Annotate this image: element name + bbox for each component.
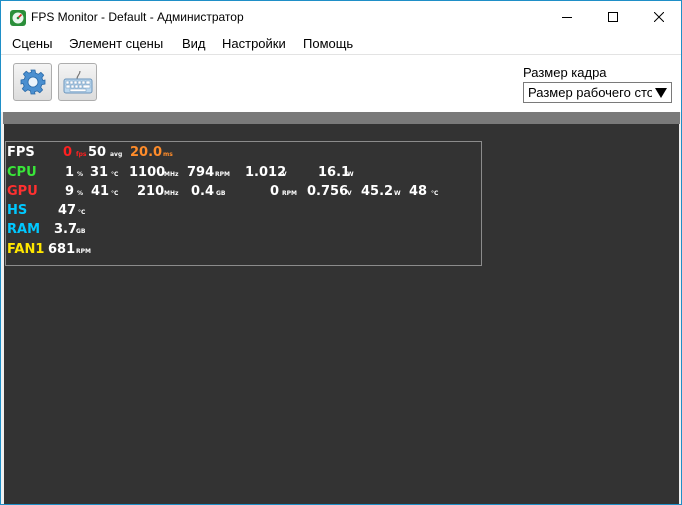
cpu-power-value: 16.1 — [318, 165, 351, 180]
menu-scene-element[interactable]: Элемент сцены — [69, 36, 163, 51]
gpu-voltage-unit: V — [347, 190, 352, 197]
minimize-icon — [562, 17, 572, 18]
menu-scenes[interactable]: Сцены — [12, 36, 52, 51]
settings-button[interactable] — [13, 63, 52, 101]
frametime-unit: ms — [163, 151, 173, 158]
gpu-label: GPU — [7, 184, 38, 199]
fps-label: FPS — [7, 145, 35, 160]
keyboard-icon — [63, 70, 92, 94]
fan1-speed-value: 681 — [48, 242, 76, 257]
cpu-load-unit: % — [77, 171, 84, 178]
close-icon — [654, 12, 664, 22]
fps-avg-unit: avg — [110, 151, 123, 158]
gpu-temp-value: 41 — [91, 184, 110, 199]
menu-bar: Сцены Элемент сцены Вид Настройки Помощь — [1, 33, 681, 55]
scene-canvas[interactable]: FPS 0 fps 50 avg 20.0 ms CPU 1 % 31 °C 1… — [4, 124, 679, 504]
fps-avg-value: 50 — [88, 145, 107, 160]
gpu-power-value: 45.2 — [361, 184, 394, 199]
cpu-power-unit: W — [347, 171, 354, 178]
menu-settings[interactable]: Настройки — [222, 36, 286, 51]
maximize-button[interactable] — [590, 1, 636, 33]
fan1-label: FAN1 — [7, 242, 45, 257]
fps-unit: fps — [76, 151, 87, 158]
cpu-label: CPU — [7, 165, 37, 180]
close-button[interactable] — [636, 1, 682, 33]
title-bar[interactable]: FPS Monitor - Default - Администратор — [1, 1, 681, 33]
toolbar: Размер кадра Размер рабочего стола — [1, 55, 681, 112]
ram-label: RAM — [7, 222, 41, 237]
frame-size-label: Размер кадра — [523, 65, 607, 80]
gpu-clock-unit: MHz — [164, 190, 179, 197]
maximize-icon — [608, 12, 618, 22]
cpu-fan-value: 794 — [187, 165, 215, 180]
cpu-clock-unit: MHz — [164, 171, 179, 178]
cpu-load-value: 1 — [65, 165, 75, 180]
minimize-button[interactable] — [544, 1, 590, 33]
hotkeys-button[interactable] — [58, 63, 97, 101]
hs-temp-value: 47 — [58, 203, 77, 218]
dropdown-arrow-icon[interactable] — [651, 83, 671, 102]
fps-value: 0 — [63, 145, 73, 160]
cpu-temp-unit: °C — [111, 171, 119, 178]
overlay-element[interactable]: FPS 0 fps 50 avg 20.0 ms CPU 1 % 31 °C 1… — [5, 141, 482, 266]
canvas-top-strip — [3, 112, 680, 124]
frame-size-select[interactable]: Размер рабочего стола — [523, 82, 672, 103]
gpu-mem-value: 0.4 — [191, 184, 215, 199]
fps-monitor-logo-icon — [10, 10, 26, 26]
menu-view[interactable]: Вид — [182, 36, 206, 51]
gear-icon — [20, 69, 45, 95]
hs-label: HS — [7, 203, 28, 218]
gpu-load-unit: % — [77, 190, 84, 197]
menu-help[interactable]: Помощь — [303, 36, 353, 51]
gpu-fan-unit: RPM — [282, 190, 297, 197]
gpu-hotspot-unit: °C — [431, 190, 439, 197]
gpu-power-unit: W — [394, 190, 401, 197]
cpu-voltage-unit: V — [282, 171, 287, 178]
cpu-voltage-value: 1.012 — [245, 165, 287, 180]
gpu-mem-unit: GB — [216, 190, 226, 197]
gpu-fan-value: 0 — [270, 184, 280, 199]
frametime-value: 20.0 — [130, 145, 163, 160]
cpu-fan-unit: RPM — [215, 171, 230, 178]
window-title: FPS Monitor - Default - Администратор — [31, 10, 244, 24]
gpu-clock-value: 210 — [137, 184, 165, 199]
ram-used-unit: GB — [76, 228, 86, 235]
cpu-clock-value: 1100 — [129, 165, 166, 180]
gpu-voltage-value: 0.756 — [307, 184, 349, 199]
gpu-hotspot-value: 48 — [409, 184, 428, 199]
app-window: FPS Monitor - Default - Администратор Сц… — [0, 0, 682, 505]
cpu-temp-value: 31 — [90, 165, 109, 180]
frame-size-value: Размер рабочего стола — [528, 85, 652, 100]
gpu-temp-unit: °C — [111, 190, 119, 197]
gpu-load-value: 9 — [65, 184, 75, 199]
ram-used-value: 3.7 — [54, 222, 78, 237]
fan1-speed-unit: RPM — [76, 248, 91, 255]
hs-temp-unit: °C — [78, 209, 86, 216]
